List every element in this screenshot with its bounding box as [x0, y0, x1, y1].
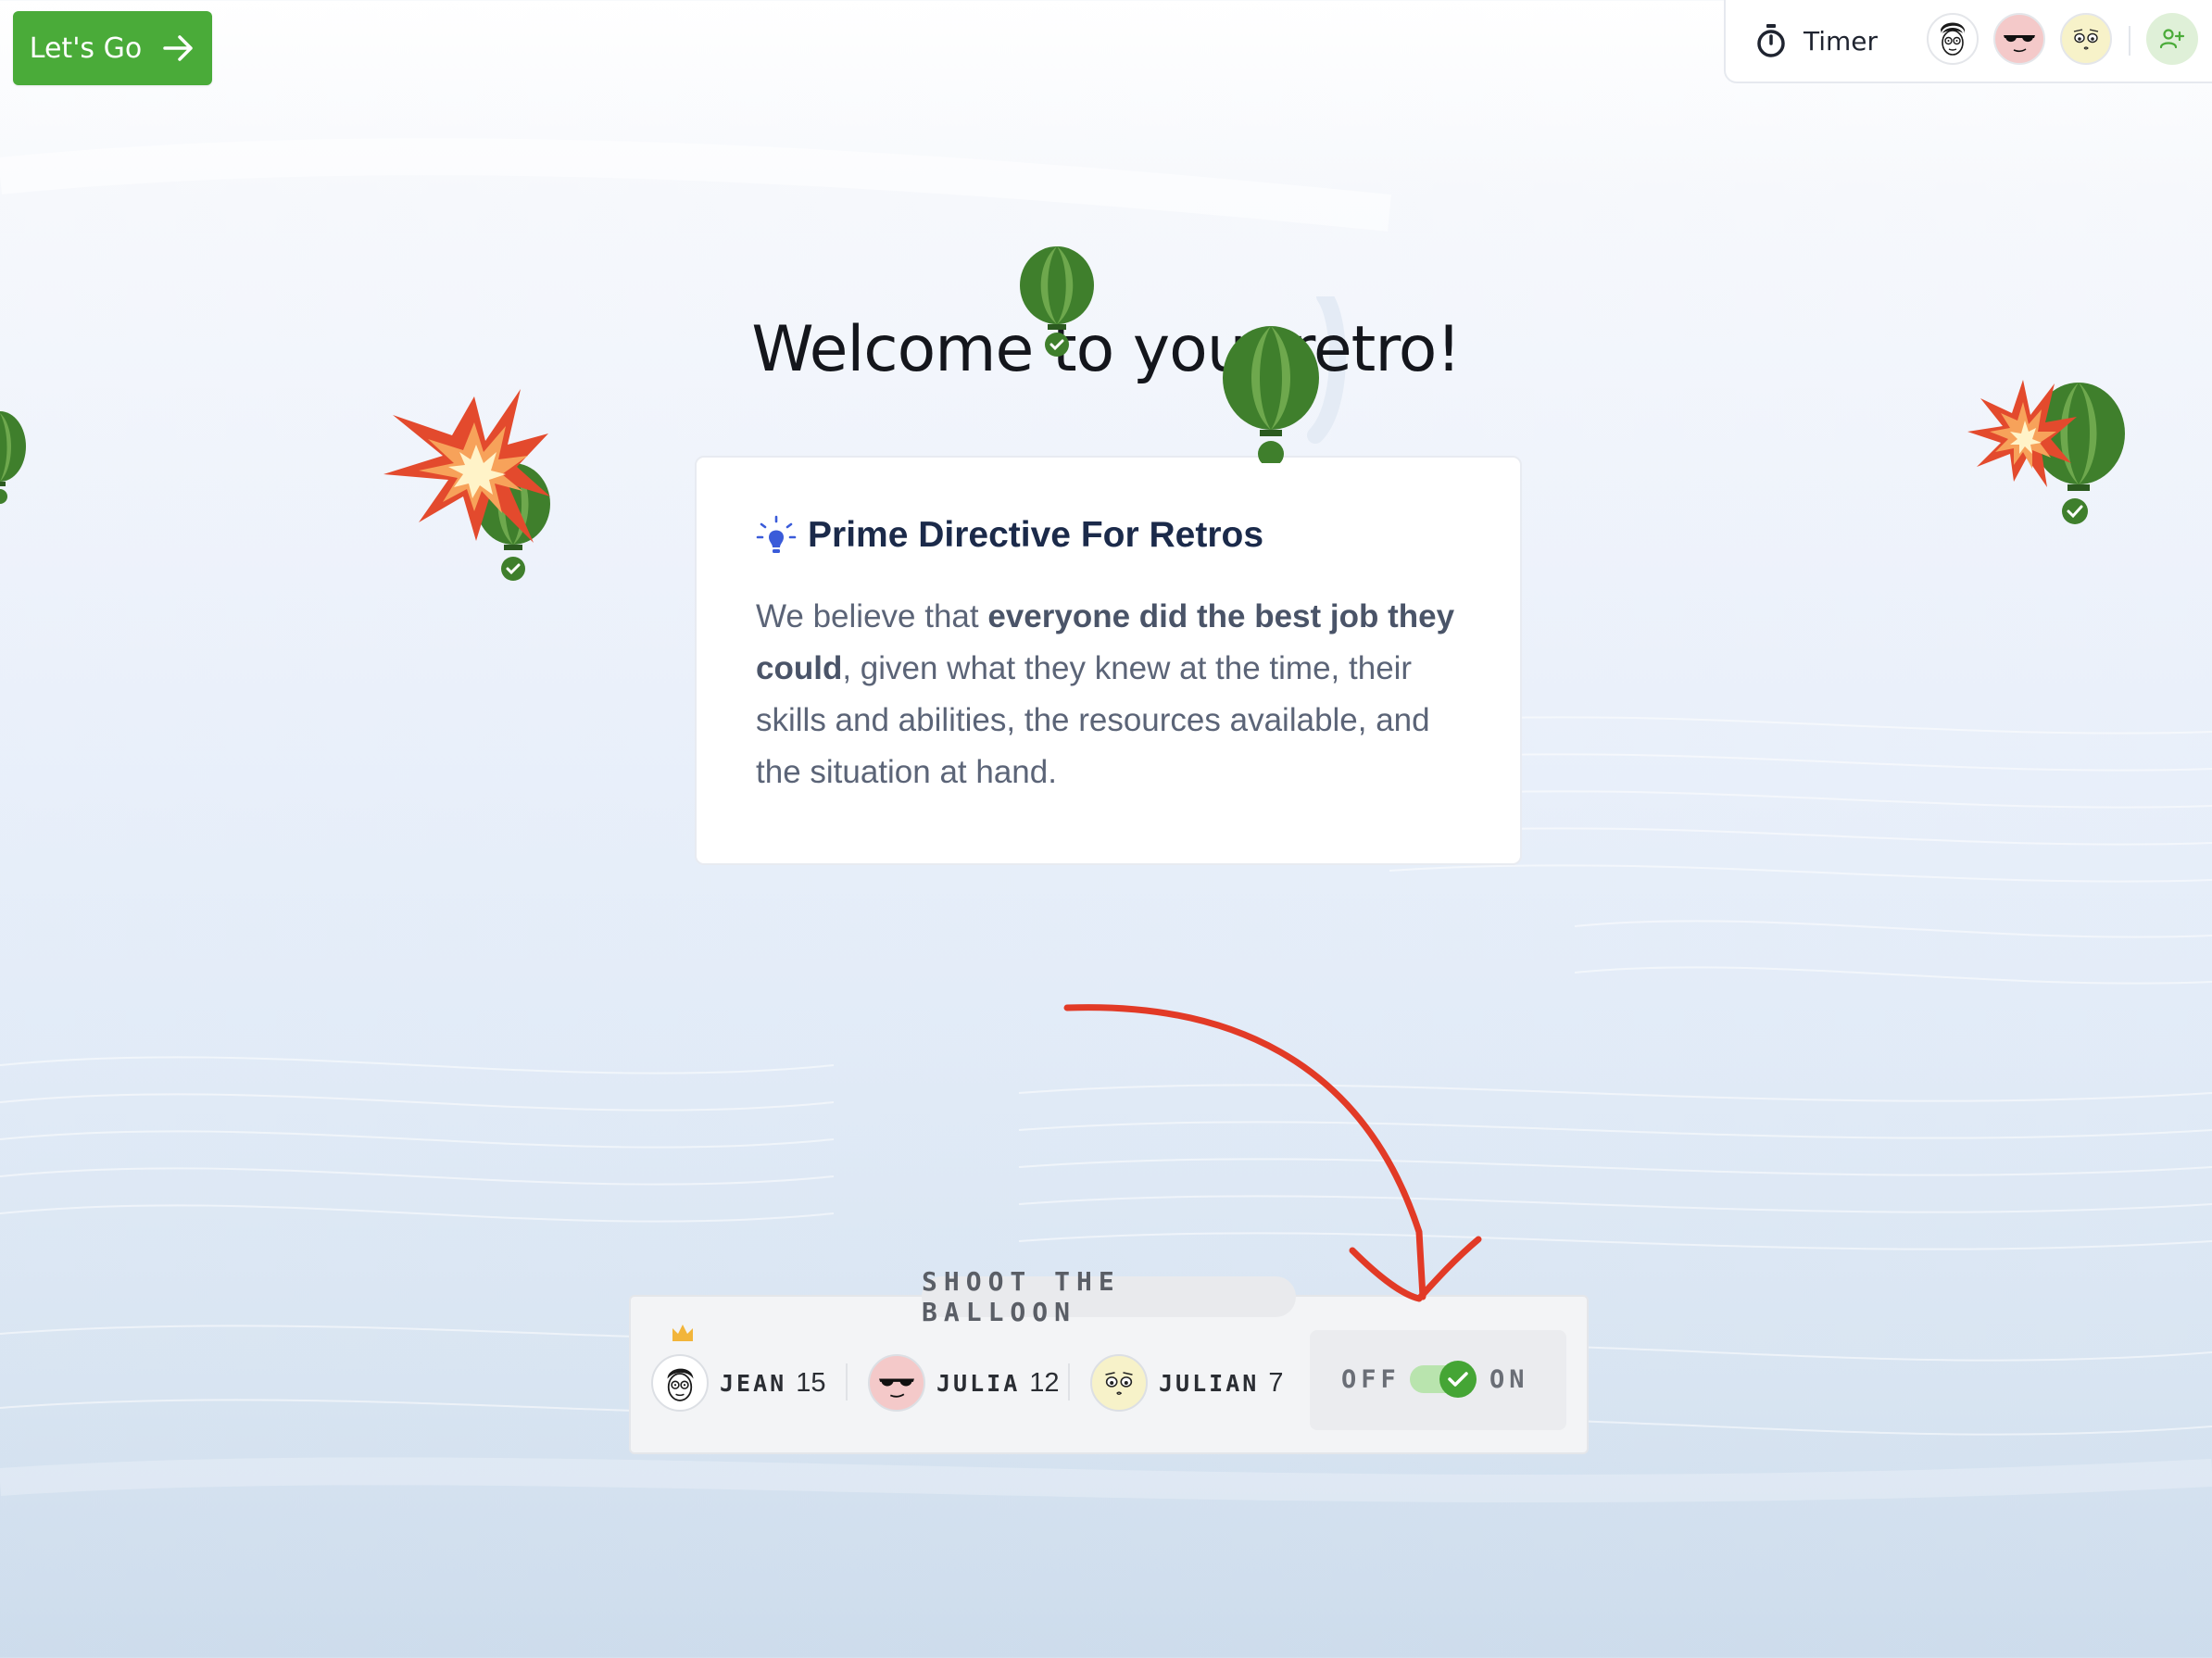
directive-text-start: We believe that [756, 598, 988, 634]
balloon-explosion-icon[interactable] [1967, 378, 2130, 526]
worried-face-avatar [1090, 1354, 1148, 1412]
top-right-toolbar: Timer [1724, 0, 2212, 83]
prime-directive-text: We believe that everyone did the best jo… [756, 591, 1461, 798]
prime-directive-card: Prime Directive For Retros We believe th… [695, 456, 1522, 865]
player-name: JULIAN [1159, 1369, 1260, 1397]
toggle-knob [1439, 1361, 1477, 1398]
sunglasses-face-avatar[interactable] [1993, 13, 2045, 65]
game-on-off-toggle[interactable] [1410, 1361, 1477, 1398]
directive-text-end: , given what they knew at the time, thei… [756, 650, 1430, 790]
sunglasses-face-avatar [868, 1354, 925, 1412]
page-title: Welcome to your retro! [751, 313, 1461, 386]
shoot-the-balloon-game-panel: SHOOT THE BALLOON JEAN 15 JULIA 12 JULIA… [629, 1266, 1589, 1454]
glasses-face-avatar[interactable] [1927, 13, 1979, 65]
toggle-off-label: OFF [1341, 1365, 1401, 1394]
add-user-button[interactable] [2146, 13, 2198, 65]
player-name: JEAN [720, 1369, 787, 1397]
player-score: 7 [1268, 1367, 1284, 1398]
player-divider [846, 1363, 848, 1401]
lets-go-button[interactable]: Let's Go [13, 11, 212, 85]
add-user-icon [2159, 29, 2185, 49]
checkmark-icon [1448, 1372, 1468, 1387]
glasses-face-avatar [651, 1354, 709, 1412]
player-score: 15 [796, 1367, 826, 1398]
lightbulb-icon [756, 515, 797, 553]
balloon-icon[interactable] [1017, 245, 1097, 359]
crown-icon [672, 1325, 693, 1341]
lets-go-label: Let's Go [29, 31, 143, 65]
toggle-on-label: ON [1489, 1365, 1529, 1394]
game-label: SHOOT THE BALLOON [922, 1266, 1296, 1327]
player-score: 12 [1029, 1367, 1060, 1398]
player-score-julian: JULIAN 7 [1090, 1352, 1283, 1413]
player-name: JULIA [936, 1369, 1021, 1397]
timer-label: Timer [1804, 25, 1879, 57]
timer-button[interactable]: Timer [1755, 19, 1878, 63]
player-score-jean: JEAN 15 [651, 1352, 825, 1413]
balloon-explosion-icon[interactable] [382, 378, 567, 582]
player-score-julia: JULIA 12 [868, 1352, 1060, 1413]
balloon-icon[interactable] [0, 408, 28, 504]
toolbar-divider [2129, 26, 2130, 56]
stopwatch-icon [1757, 24, 1785, 57]
arrow-right-icon [163, 35, 193, 61]
player-divider [1068, 1363, 1070, 1401]
game-toggle-area: OFF ON [1310, 1330, 1566, 1430]
balloon-icon[interactable] [1219, 324, 1323, 463]
worried-face-avatar[interactable] [2060, 13, 2112, 65]
card-title: Prime Directive For Retros [808, 515, 1264, 555]
